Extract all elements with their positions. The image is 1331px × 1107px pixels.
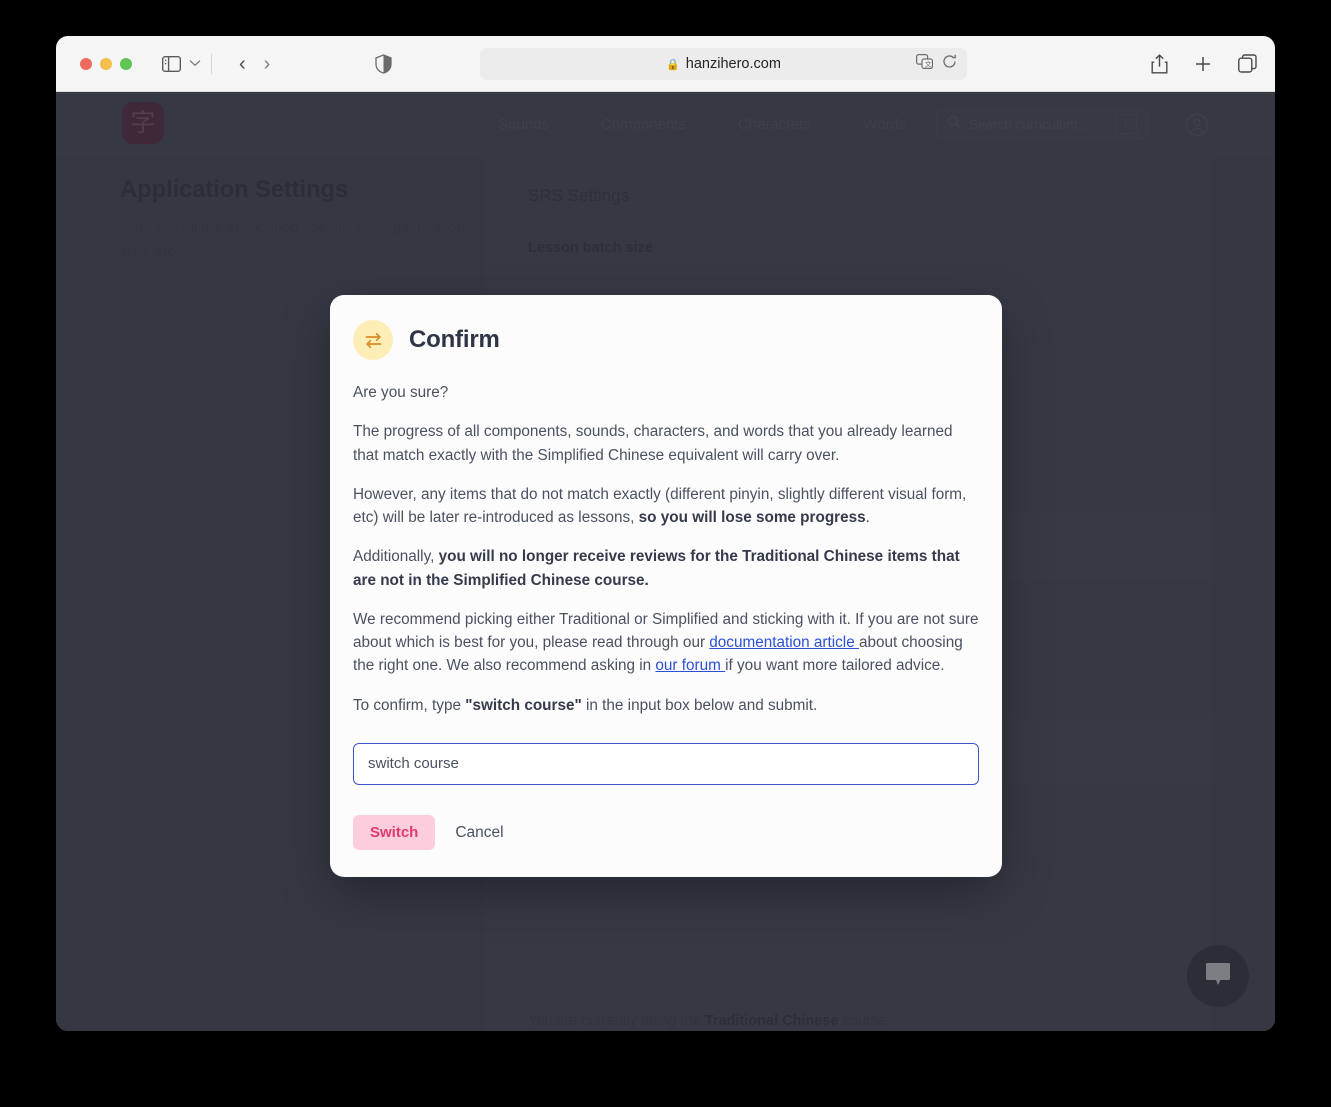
dialog-title: Confirm (409, 326, 500, 353)
share-icon[interactable] (1151, 53, 1168, 74)
minimize-button[interactable] (100, 57, 112, 70)
url-text: hanzihero.com (685, 56, 781, 72)
dialog-body: Are you sure? The progress of all compon… (353, 381, 979, 717)
forward-button[interactable]: › (255, 54, 280, 74)
dialog-actions: Switch Cancel (353, 815, 979, 851)
address-bar[interactable]: 🔒 hanzihero.com 文 (480, 48, 967, 80)
swap-arrows-icon (353, 320, 393, 360)
address-bar-actions: 文 (916, 48, 957, 80)
p3-emphasis: so you will lose some progress (638, 509, 866, 526)
sidebar-toggle-icon[interactable] (162, 55, 181, 72)
dialog-paragraph-4: Additionally, you will no longer receive… (353, 545, 979, 592)
p3-text-c: . (865, 509, 870, 526)
documentation-article-link[interactable]: documentation article (709, 634, 859, 651)
toolbar-divider (211, 53, 212, 74)
toolbar-actions (1151, 36, 1257, 91)
zoom-button[interactable] (120, 57, 132, 70)
dialog-paragraph-6: To confirm, type "switch course" in the … (353, 694, 979, 717)
new-tab-icon[interactable] (1194, 55, 1212, 73)
confirm-dialog: Confirm Are you sure? The progress of al… (330, 295, 1002, 877)
p4-emphasis: you will no longer receive reviews for t… (353, 548, 960, 589)
reload-icon[interactable] (942, 54, 957, 74)
browser-window: ‹ › 🔒 hanzihero.com 文 Confirm Are you su… (56, 36, 1275, 1031)
tab-overview-icon[interactable] (1238, 54, 1257, 73)
p6-phrase: "switch course" (465, 696, 582, 714)
dialog-paragraph-2: The progress of all components, sounds, … (353, 423, 953, 464)
translate-icon[interactable]: 文 (916, 54, 933, 74)
svg-text:文: 文 (925, 59, 932, 68)
web-page: 字 Sounds Components Characters Words Doc… (56, 92, 1275, 1031)
forum-link[interactable]: our forum (655, 657, 725, 674)
lock-icon: 🔒 (666, 58, 680, 71)
chevron-down-icon[interactable] (189, 58, 201, 70)
back-button[interactable]: ‹ (230, 54, 255, 74)
dialog-paragraph-1: Are you sure? (353, 384, 449, 401)
p6-text-a: To confirm, type (353, 696, 466, 714)
dialog-paragraph-3: However, any items that do not match exa… (353, 483, 979, 530)
cancel-button[interactable]: Cancel (447, 815, 511, 851)
window-traffic-lights[interactable] (80, 57, 132, 70)
p5-text-c: if you want more tailored advice. (725, 657, 945, 675)
privacy-shield-icon[interactable] (375, 53, 392, 74)
screenshot-root: ‹ › 🔒 hanzihero.com 文 Confirm Are you su… (0, 0, 1331, 1107)
p4-text-a: Additionally, (353, 548, 439, 566)
browser-toolbar: ‹ › 🔒 hanzihero.com 文 (56, 36, 1275, 92)
p6-text-c: in the input box below and submit. (581, 696, 818, 714)
address-bar-content: 🔒 hanzihero.com (666, 56, 781, 72)
confirm-phrase-input[interactable] (353, 742, 979, 785)
dialog-header: Confirm (353, 320, 979, 360)
dialog-paragraph-5: We recommend picking either Traditional … (353, 608, 979, 678)
close-button[interactable] (80, 57, 92, 70)
switch-button[interactable]: Switch (353, 815, 436, 851)
